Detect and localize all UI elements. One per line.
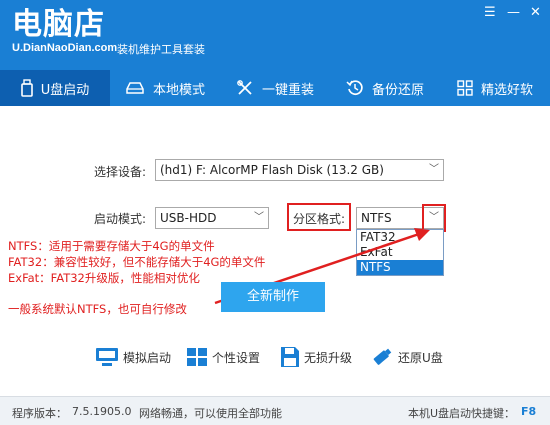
- tab-local-mode[interactable]: 本地模式: [110, 70, 220, 106]
- restore-icon: [346, 80, 363, 96]
- annotation-arrow: [214, 228, 430, 305]
- tool-restore-usb[interactable]: 还原U盘: [370, 346, 443, 368]
- version-label: 程序版本：: [12, 407, 67, 420]
- tab-one-click-reinstall[interactable]: 一键重装: [220, 70, 330, 106]
- apps-grid-icon: [457, 80, 473, 96]
- tagline: 装机维护工具套装: [117, 43, 205, 56]
- tool-simulate-boot[interactable]: 模拟启动: [95, 347, 171, 367]
- close-icon[interactable]: ✕: [530, 6, 541, 20]
- status-bar: 程序版本： 7.5.1905.0 网络畅通，可以使用全部功能 本机U盘启动快捷键…: [0, 396, 550, 425]
- main-panel: 选择设备: (hd1) F: AlcorMP Flash Disk (13.2 …: [0, 106, 550, 396]
- tab-label: 一键重装: [261, 82, 314, 98]
- nav-tabs: U盘启动 本地模式 一键重装 备份还原 精选好软: [0, 70, 550, 106]
- save-icon: [281, 347, 299, 367]
- usb-drive-icon: [20, 79, 33, 97]
- tool-lossless-upgrade[interactable]: 无损升级: [280, 346, 352, 368]
- menu-icon[interactable]: ☰: [484, 6, 496, 20]
- tab-selected-software[interactable]: 精选好软: [440, 70, 550, 106]
- tools-icon: [237, 80, 252, 95]
- hard-disk-icon: [126, 82, 144, 94]
- settings-grid-icon: [187, 348, 207, 366]
- tool-label: 还原U盘: [398, 350, 443, 365]
- tool-label: 无损升级: [304, 350, 353, 365]
- tab-usb-boot[interactable]: U盘启动: [0, 70, 110, 106]
- monitor-icon: [96, 348, 118, 366]
- network-status: 网络畅通，可以使用全部功能: [139, 407, 282, 420]
- logo: 电脑店: [12, 8, 105, 41]
- logo-url: U.DianNaoDian.com: [12, 42, 118, 54]
- tab-label: 精选好软: [480, 82, 533, 98]
- start-create-button[interactable]: 全新制作: [221, 282, 325, 312]
- version-value: 7.5.1905.0: [72, 405, 132, 418]
- hotkey-value: F8: [521, 405, 537, 418]
- usb-stick-icon: [373, 348, 392, 365]
- tool-personal-settings[interactable]: 个性设置: [186, 347, 260, 367]
- tool-label: 个性设置: [212, 350, 261, 365]
- header: 电脑店 U.DianNaoDian.com 装机维护工具套装 ☰ — ✕ U盘启…: [0, 0, 550, 106]
- tab-label: 本地模式: [152, 82, 205, 98]
- tab-label: U盘启动: [40, 82, 90, 98]
- minimize-icon[interactable]: —: [507, 6, 520, 20]
- tab-backup-restore[interactable]: 备份还原: [330, 70, 440, 106]
- hotkey-label: 本机U盘启动快捷键：: [408, 407, 516, 420]
- tab-label: 备份还原: [371, 82, 424, 98]
- tool-label: 模拟启动: [123, 350, 172, 365]
